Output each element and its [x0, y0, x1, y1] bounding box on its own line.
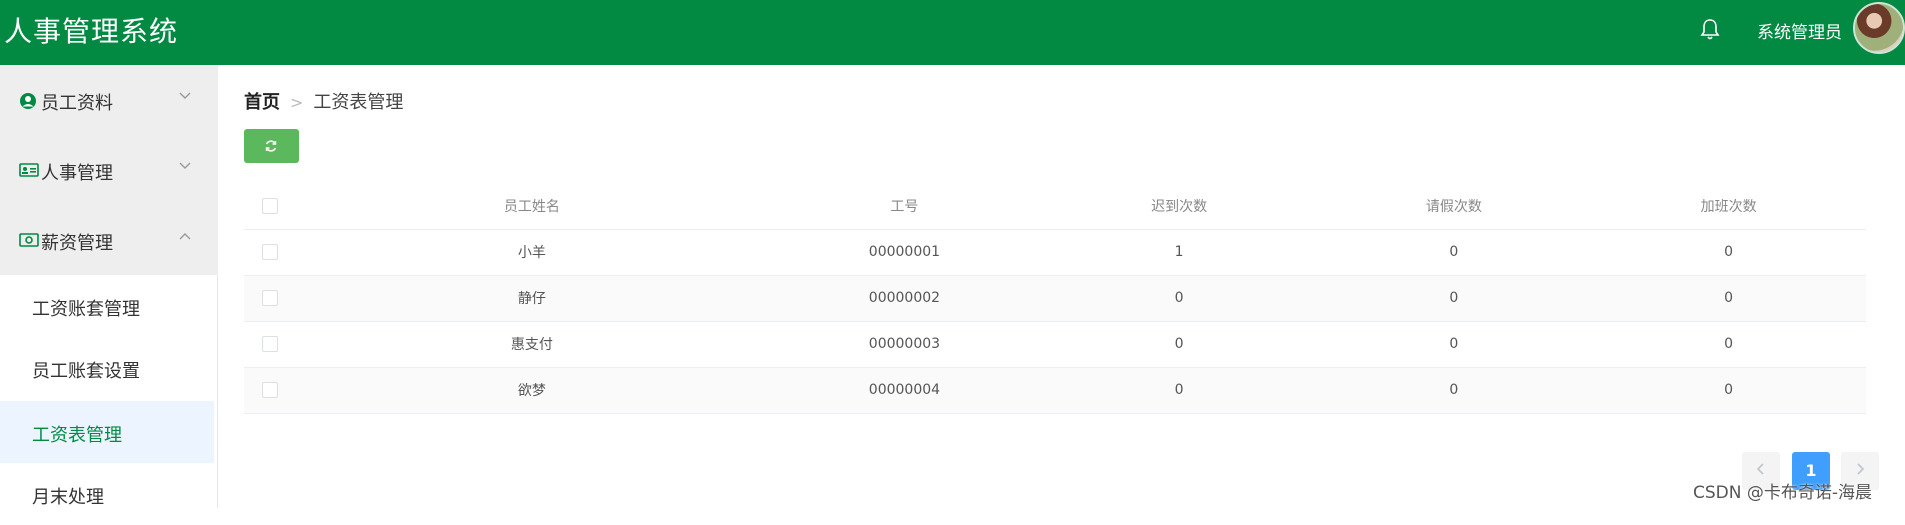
- sidebar-item-label: 工资账套管理: [32, 299, 140, 320]
- table-row[interactable]: 惠支付 00000003 0 0 0: [244, 321, 1866, 368]
- row-checkbox[interactable]: [262, 336, 278, 352]
- column-header: 加班次数: [1591, 184, 1866, 230]
- money-icon: [19, 232, 39, 248]
- sidebar-group-personnel[interactable]: 人事管理: [0, 135, 218, 205]
- cell-late-count: 0: [1041, 321, 1317, 368]
- chevron-up-icon: [178, 229, 192, 245]
- breadcrumb-current: 工资表管理: [313, 92, 404, 113]
- cell-leave-count: 0: [1316, 229, 1592, 276]
- cell-employee-id: 00000003: [767, 321, 1042, 368]
- cell-late-count: 0: [1041, 367, 1317, 414]
- sidebar-item-salary-accounts[interactable]: 工资账套管理: [0, 275, 214, 337]
- top-header: 人事管理系统 系统管理员: [0, 0, 1905, 65]
- avatar[interactable]: [1853, 2, 1905, 54]
- cell-name: 惠支付: [296, 321, 768, 368]
- user-circle-icon: [19, 92, 37, 109]
- table-row[interactable]: 静仔 00000002 0 0 0: [244, 275, 1866, 322]
- refresh-icon: [265, 140, 277, 152]
- chevron-left-icon: [1756, 463, 1764, 475]
- sidebar-group-employee-info[interactable]: 员工资料: [0, 65, 218, 135]
- row-checkbox[interactable]: [262, 290, 278, 306]
- row-checkbox[interactable]: [262, 244, 278, 260]
- cell-name: 小羊: [296, 229, 768, 276]
- watermark: CSDN @卡布奇诺-海晨: [1693, 483, 1873, 503]
- column-header: 员工姓名: [296, 184, 768, 230]
- row-checkbox[interactable]: [262, 382, 278, 398]
- cell-overtime-count: 0: [1591, 367, 1866, 414]
- cell-leave-count: 0: [1316, 321, 1592, 368]
- cell-name: 静仔: [296, 275, 768, 322]
- cell-leave-count: 0: [1316, 275, 1592, 322]
- sidebar-item-label: 员工账套设置: [32, 361, 140, 382]
- cell-late-count: 1: [1041, 229, 1317, 276]
- column-header: 请假次数: [1316, 184, 1592, 230]
- id-card-icon: [19, 162, 39, 178]
- chevron-down-icon: [178, 159, 192, 175]
- cell-overtime-count: 0: [1591, 321, 1866, 368]
- column-header: 工号: [767, 184, 1042, 230]
- breadcrumb-home[interactable]: 首页: [244, 92, 280, 113]
- sidebar-group-label: 人事管理: [41, 163, 113, 184]
- cell-name: 欲梦: [296, 367, 768, 414]
- sidebar-group-salary[interactable]: 薪资管理: [0, 205, 218, 275]
- select-all-checkbox[interactable]: [262, 198, 278, 215]
- refresh-button[interactable]: [244, 129, 299, 163]
- user-name[interactable]: 系统管理员: [1757, 18, 1842, 43]
- sidebar-item-label: 工资表管理: [32, 425, 122, 446]
- bell-icon[interactable]: [1700, 17, 1720, 41]
- chevron-right-icon: >: [290, 93, 304, 112]
- sidebar-group-label: 员工资料: [41, 93, 113, 114]
- sidebar: 员工资料 人事管理 薪资管理 工资账套管理 员工账套设置 工资表管理 月末处理: [0, 65, 218, 508]
- sidebar-item-employee-account-settings[interactable]: 员工账套设置: [0, 337, 214, 399]
- cell-late-count: 0: [1041, 275, 1317, 322]
- cell-overtime-count: 0: [1591, 229, 1866, 276]
- table-row[interactable]: 欲梦 00000004 0 0 0: [244, 367, 1866, 414]
- chevron-down-icon: [178, 89, 192, 105]
- sidebar-item-label: 月末处理: [32, 487, 104, 508]
- cell-leave-count: 0: [1316, 367, 1592, 414]
- chevron-right-icon: [1857, 463, 1865, 475]
- sidebar-item-month-end[interactable]: 月末处理: [0, 463, 214, 525]
- app-title: 人事管理系统: [4, 15, 179, 48]
- table-row[interactable]: 小羊 00000001 1 0 0: [244, 229, 1866, 276]
- cell-employee-id: 00000001: [767, 229, 1042, 276]
- cell-employee-id: 00000004: [767, 367, 1042, 414]
- sidebar-group-label: 薪资管理: [41, 233, 113, 254]
- cell-overtime-count: 0: [1591, 275, 1866, 322]
- breadcrumb: 首页 > 工资表管理: [244, 88, 403, 114]
- cell-employee-id: 00000002: [767, 275, 1042, 322]
- sidebar-item-payroll-management[interactable]: 工资表管理: [0, 401, 214, 463]
- column-header: 迟到次数: [1041, 184, 1317, 230]
- payroll-table: 员工姓名 工号 迟到次数 请假次数 加班次数 小羊 00000001 1 0 0…: [244, 184, 1866, 414]
- table-header-row: 员工姓名 工号 迟到次数 请假次数 加班次数: [244, 184, 1866, 230]
